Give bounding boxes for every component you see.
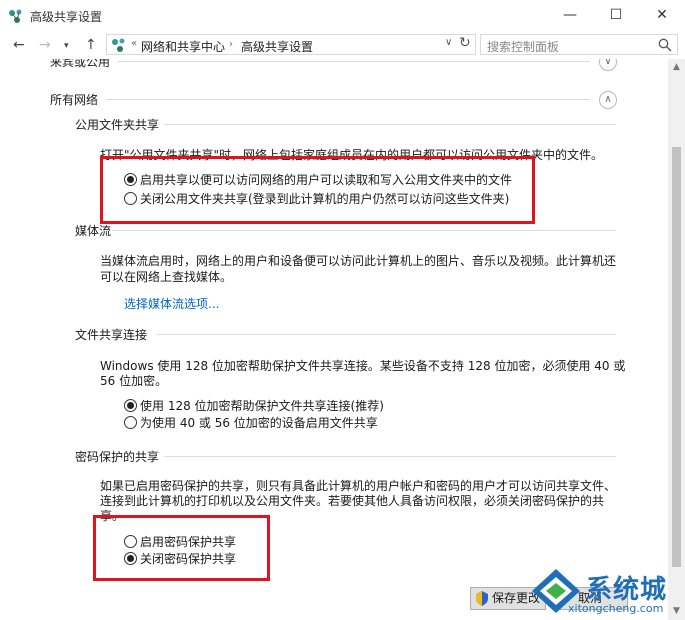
divider [156, 334, 616, 335]
vertical-scrollbar[interactable]: ▲ ▼ [668, 59, 685, 620]
media-streaming-options-link[interactable]: 选择媒体流选项... [124, 295, 219, 312]
address-box[interactable]: « 网络和共享中心 › 高级共享设置 ∨ ↻ [106, 34, 476, 55]
scroll-up-arrow-icon[interactable]: ▲ [668, 59, 685, 76]
settings-content: 来宾或公用 ∨ 所有网络 ∧ 公用文件夹共享 打开"公用文件夹共享"时，网络上包… [0, 59, 668, 620]
search-input[interactable]: 搜索控制面板 [480, 34, 678, 55]
divider [112, 230, 616, 231]
encryption-40-56-label[interactable]: 为使用 40 或 56 位加密的设备启用文件共享 [140, 414, 378, 431]
divider [118, 61, 590, 62]
close-button[interactable]: ✕ [639, 0, 685, 31]
network-icon [9, 9, 22, 23]
window-title: 高级共享设置 [30, 10, 103, 24]
search-icon[interactable] [658, 38, 672, 52]
watermark: 系统城 xitongcheng.com [528, 565, 683, 620]
search-placeholder: 搜索控制面板 [487, 40, 560, 54]
breadcrumb-advanced-sharing[interactable]: 高级共享设置 [241, 38, 313, 55]
chevron-right-icon[interactable]: › [229, 39, 233, 50]
divider [164, 124, 616, 125]
divider [106, 99, 590, 100]
chevron-down-icon[interactable]: ∨ [445, 37, 452, 48]
maximize-button[interactable]: ☐ [593, 0, 639, 31]
annotation-highlight-box [93, 515, 270, 581]
section-guest-public-label: 来宾或公用 [50, 59, 111, 69]
up-arrow-icon[interactable]: ↑ [85, 37, 97, 53]
divider [164, 456, 616, 457]
chevron-down-icon[interactable]: ∨ [599, 59, 617, 71]
back-arrow-icon[interactable]: ← [13, 37, 25, 53]
watermark-brand: 系统城 [586, 575, 668, 605]
section-all-networks-label: 所有网络 [50, 93, 99, 107]
file-sharing-description-line2: 56 位加密。 [100, 374, 168, 388]
password-sharing-heading: 密码保护的共享 [75, 450, 160, 464]
file-sharing-heading: 文件共享连接 [75, 328, 148, 342]
address-bar-row: ← → ▾ ↑ « 网络和共享中心 › 高级共享设置 ∨ ↻ 搜索控制面板 [0, 31, 685, 59]
shield-icon [476, 591, 488, 606]
encryption-40-56-radio[interactable] [124, 416, 137, 429]
password-sharing-description-line2: 连接到此计算机的打印机以及公用文件夹。若要使其他人具备访问权限，必须关闭密码保护… [100, 494, 605, 508]
public-folder-heading: 公用文件夹共享 [75, 118, 160, 132]
media-streaming-heading: 媒体流 [75, 224, 112, 238]
minimize-button[interactable]: — [547, 0, 593, 31]
title-bar: 高级共享设置 — ☐ ✕ [0, 0, 685, 31]
scroll-thumb[interactable] [672, 147, 681, 567]
recent-locations-dropdown-icon[interactable]: ▾ [64, 41, 69, 51]
encryption-128-radio[interactable] [124, 399, 137, 412]
encryption-128-label[interactable]: 使用 128 位加密帮助保护文件共享连接(推荐) [140, 397, 384, 414]
file-sharing-description-line1: Windows 使用 128 位加密帮助保护文件共享连接。某些设备不支持 128… [100, 359, 626, 373]
media-streaming-description-line1: 当媒体流启用时，网络上的用户和设备便可以访问此计算机上的图片、音乐以及视频。此计… [100, 254, 617, 268]
chevron-up-icon[interactable]: ∧ [599, 91, 617, 109]
media-streaming-description-line2: 可以在网络上查找媒体。 [100, 270, 233, 284]
watermark-url: xitongcheng.com [568, 602, 664, 615]
forward-arrow-icon[interactable]: → [39, 37, 51, 53]
network-icon [112, 38, 125, 52]
refresh-icon[interactable]: ↻ [459, 35, 471, 51]
breadcrumb-overflow[interactable]: « [131, 38, 137, 49]
breadcrumb-network-center[interactable]: 网络和共享中心 [141, 38, 225, 55]
annotation-highlight-box [100, 156, 535, 224]
